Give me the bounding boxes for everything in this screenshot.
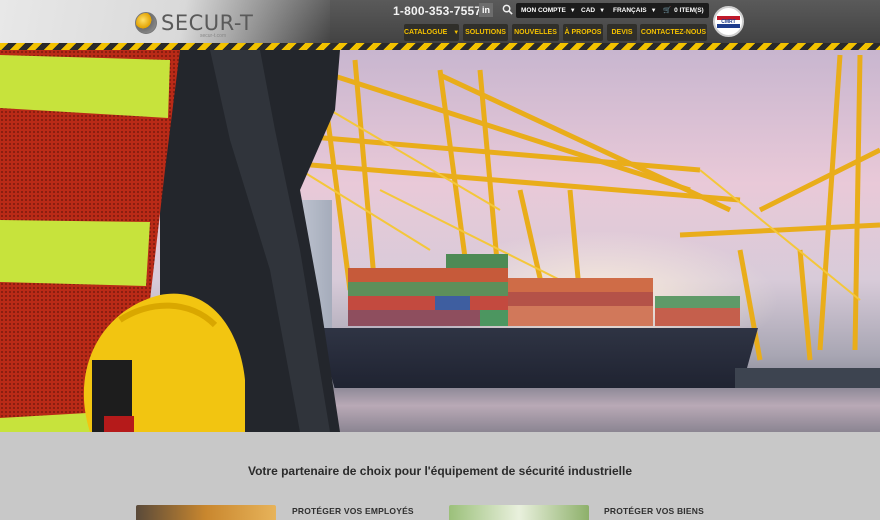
nav-item-solutions[interactable]: SOLUTIONS <box>463 24 508 41</box>
badge-label: CMRT <box>717 15 740 28</box>
currency-dropdown[interactable]: CAD ▼ <box>576 3 611 18</box>
cart-button[interactable]: 🛒 0 ITEM(S) <box>658 3 709 18</box>
site-logo[interactable]: SECUR-T <box>135 9 253 37</box>
nav-item-devis[interactable]: DEVIS <box>607 24 637 41</box>
hazard-stripe <box>0 43 880 50</box>
safety-worker-illustration <box>0 50 340 432</box>
chevron-down-icon: ▼ <box>569 8 576 14</box>
cart-icon: 🛒 <box>663 7 672 14</box>
account-dropdown[interactable]: MON COMPTE ▼ <box>516 3 581 18</box>
category-title-biens[interactable]: PROTÉGER VOS BIENS <box>604 506 704 516</box>
page-tagline: Votre partenaire de choix pour l'équipem… <box>247 464 633 478</box>
search-icon[interactable] <box>502 4 513 15</box>
cmrt-badge: CMRT <box>713 6 744 37</box>
nav-item-contactez-nous[interactable]: CONTACTEZ-NOUS <box>640 24 707 41</box>
category-thumbnail[interactable] <box>449 505 589 520</box>
nav-item-nouvelles[interactable]: NOUVELLES <box>512 24 559 41</box>
chevron-down-icon: ▼ <box>599 8 606 14</box>
shield-logo-icon <box>135 12 157 34</box>
language-dropdown[interactable]: FRANÇAIS ▼ <box>608 3 662 18</box>
site-header: SECUR-T secur-t.com 1-800-353-7557 in MO… <box>0 0 880 50</box>
category-thumbnail[interactable] <box>136 505 276 520</box>
nav-item-a-propos[interactable]: À PROPOS <box>563 24 603 41</box>
currency-label: CAD <box>581 7 596 14</box>
phone-number[interactable]: 1-800-353-7557 <box>393 4 481 18</box>
linkedin-icon[interactable]: in <box>479 3 493 17</box>
chevron-down-icon: ▼ <box>453 30 460 36</box>
nav-item-catalogue[interactable]: CATALOGUE ▼ <box>404 24 459 41</box>
logo-text: SECUR-T <box>161 11 254 35</box>
language-label: FRANÇAIS <box>613 7 647 14</box>
nav-item-label: CATALOGUE <box>404 29 448 36</box>
chevron-down-icon: ▼ <box>650 8 657 14</box>
category-title-employes[interactable]: PROTÉGER VOS EMPLOYÉS <box>292 506 414 516</box>
cart-label: 0 ITEM(S) <box>674 7 704 14</box>
logo-tagline: secur-t.com <box>200 33 227 39</box>
hero-banner <box>0 50 880 432</box>
account-label: MON COMPTE <box>521 7 566 14</box>
